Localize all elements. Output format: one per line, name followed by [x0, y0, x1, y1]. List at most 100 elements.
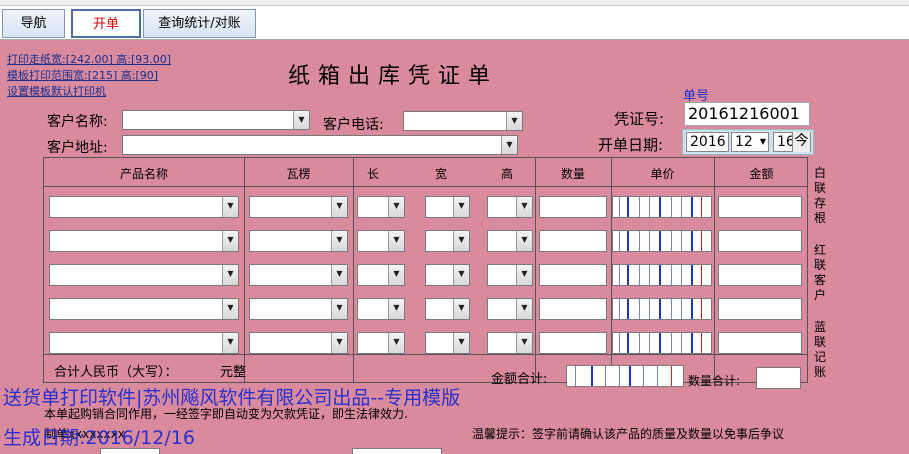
chevron-down-icon[interactable]: ▼: [331, 265, 347, 285]
chevron-down-icon[interactable]: ▼: [516, 265, 532, 285]
col-header-qty: 数量: [560, 167, 585, 181]
digit-divider: [681, 231, 682, 251]
digit-divider: [701, 265, 702, 285]
customer-address-label: 客户地址:: [47, 140, 108, 156]
chevron-down-icon[interactable]: ▼: [331, 333, 347, 353]
height-combo[interactable]: ▼: [487, 230, 533, 252]
length-combo[interactable]: ▼: [357, 298, 405, 320]
unit-price-field[interactable]: [612, 196, 712, 218]
chevron-down-icon[interactable]: ▼: [293, 111, 309, 129]
product-name-combo[interactable]: ▼: [49, 298, 239, 320]
amount-field[interactable]: [718, 298, 802, 320]
template-range-link[interactable]: 模板打印范围宽:[215] 高:[90]: [7, 67, 158, 83]
chevron-down-icon[interactable]: ▼: [388, 333, 404, 353]
chevron-down-icon[interactable]: ▼: [516, 299, 532, 319]
paper-size-link[interactable]: 打印走纸宽:[242.00] 高:[93.00]: [7, 51, 171, 67]
length-combo[interactable]: ▼: [357, 196, 405, 218]
qty-total-field[interactable]: [756, 367, 801, 389]
digit-divider: [691, 231, 693, 251]
length-combo[interactable]: ▼: [357, 332, 405, 354]
voucher-number-field[interactable]: 20161216001: [684, 102, 810, 126]
digit-divider: [671, 366, 672, 386]
qty-field[interactable]: [539, 196, 607, 218]
customer-address-combo[interactable]: ▼: [122, 135, 518, 155]
col-header-amount: 金额: [749, 167, 774, 181]
chevron-down-icon[interactable]: ▼: [222, 265, 238, 285]
chevron-down-icon[interactable]: ▼: [516, 333, 532, 353]
chevron-down-icon[interactable]: ▼: [453, 197, 469, 217]
height-combo[interactable]: ▼: [487, 264, 533, 286]
width-combo[interactable]: ▼: [425, 230, 470, 252]
customer-phone-combo[interactable]: ▼: [403, 111, 523, 131]
qty-field[interactable]: [539, 298, 607, 320]
col-divider: [244, 158, 245, 382]
bottom-field-right[interactable]: [352, 448, 442, 454]
date-year-select[interactable]: 2016: [686, 132, 729, 152]
height-combo[interactable]: ▼: [487, 332, 533, 354]
unit-price-field[interactable]: [612, 264, 712, 286]
tab-query-stats[interactable]: 查询统计/对账: [143, 9, 256, 38]
digit-divider: [619, 197, 620, 217]
chevron-down-icon[interactable]: ▼: [516, 197, 532, 217]
flute-combo[interactable]: ▼: [249, 298, 348, 320]
digit-divider: [681, 265, 682, 285]
today-button[interactable]: 今: [792, 132, 810, 152]
product-name-combo[interactable]: ▼: [49, 332, 239, 354]
height-combo[interactable]: ▼: [487, 298, 533, 320]
chevron-down-icon[interactable]: ▼: [222, 231, 238, 251]
chevron-down-icon[interactable]: ▼: [453, 265, 469, 285]
unit-price-field[interactable]: [612, 298, 712, 320]
flute-combo[interactable]: ▼: [249, 196, 348, 218]
chevron-down-icon[interactable]: ▼: [331, 231, 347, 251]
digit-divider: [701, 333, 702, 353]
amount-total-field[interactable]: [566, 365, 684, 387]
flute-combo[interactable]: ▼: [249, 230, 348, 252]
width-combo[interactable]: ▼: [425, 264, 470, 286]
unit-price-field[interactable]: [612, 230, 712, 252]
tab-new-order[interactable]: 开单: [71, 9, 141, 38]
amount-field[interactable]: [718, 196, 802, 218]
date-month-select[interactable]: 12 ▼: [731, 132, 769, 152]
chevron-down-icon[interactable]: ▼: [388, 197, 404, 217]
qty-field[interactable]: [539, 264, 607, 286]
tab-navigation[interactable]: 导航: [2, 9, 65, 38]
generated-date-watermark: 生成日期:2016/12/16: [3, 427, 195, 449]
chevron-down-icon[interactable]: ▼: [453, 299, 469, 319]
height-combo[interactable]: ▼: [487, 196, 533, 218]
flute-combo[interactable]: ▼: [249, 264, 348, 286]
qty-field[interactable]: [539, 332, 607, 354]
chevron-down-icon[interactable]: ▼: [388, 299, 404, 319]
qty-field[interactable]: [539, 230, 607, 252]
width-combo[interactable]: ▼: [425, 196, 470, 218]
digit-divider: [671, 197, 672, 217]
chevron-down-icon[interactable]: ▼: [453, 333, 469, 353]
chevron-down-icon[interactable]: ▼: [331, 299, 347, 319]
chevron-down-icon[interactable]: ▼: [516, 231, 532, 251]
width-combo[interactable]: ▼: [425, 332, 470, 354]
length-combo[interactable]: ▼: [357, 230, 405, 252]
product-name-combo[interactable]: ▼: [49, 264, 239, 286]
chevron-down-icon[interactable]: ▼: [331, 197, 347, 217]
amount-field[interactable]: [718, 264, 802, 286]
chevron-down-icon[interactable]: ▼: [388, 231, 404, 251]
date-day-select[interactable]: 16 今: [773, 132, 811, 152]
product-name-combo[interactable]: ▼: [49, 196, 239, 218]
chevron-down-icon[interactable]: ▼: [453, 231, 469, 251]
chevron-down-icon[interactable]: ▼: [222, 299, 238, 319]
length-combo[interactable]: ▼: [357, 264, 405, 286]
width-combo[interactable]: ▼: [425, 298, 470, 320]
flute-combo[interactable]: ▼: [249, 332, 348, 354]
unit-price-field[interactable]: [612, 332, 712, 354]
col-header-product: 产品名称: [119, 167, 168, 181]
chevron-down-icon[interactable]: ▼: [222, 197, 238, 217]
chevron-down-icon[interactable]: ▼: [222, 333, 238, 353]
product-name-combo[interactable]: ▼: [49, 230, 239, 252]
default-printer-link[interactable]: 设置模板默认打印机: [7, 83, 106, 99]
digit-divider: [671, 299, 672, 319]
customer-name-combo[interactable]: ▼: [122, 110, 310, 130]
amount-field[interactable]: [718, 230, 802, 252]
chevron-down-icon[interactable]: ▼: [501, 136, 517, 154]
chevron-down-icon[interactable]: ▼: [506, 112, 522, 130]
amount-field[interactable]: [718, 332, 802, 354]
chevron-down-icon[interactable]: ▼: [388, 265, 404, 285]
